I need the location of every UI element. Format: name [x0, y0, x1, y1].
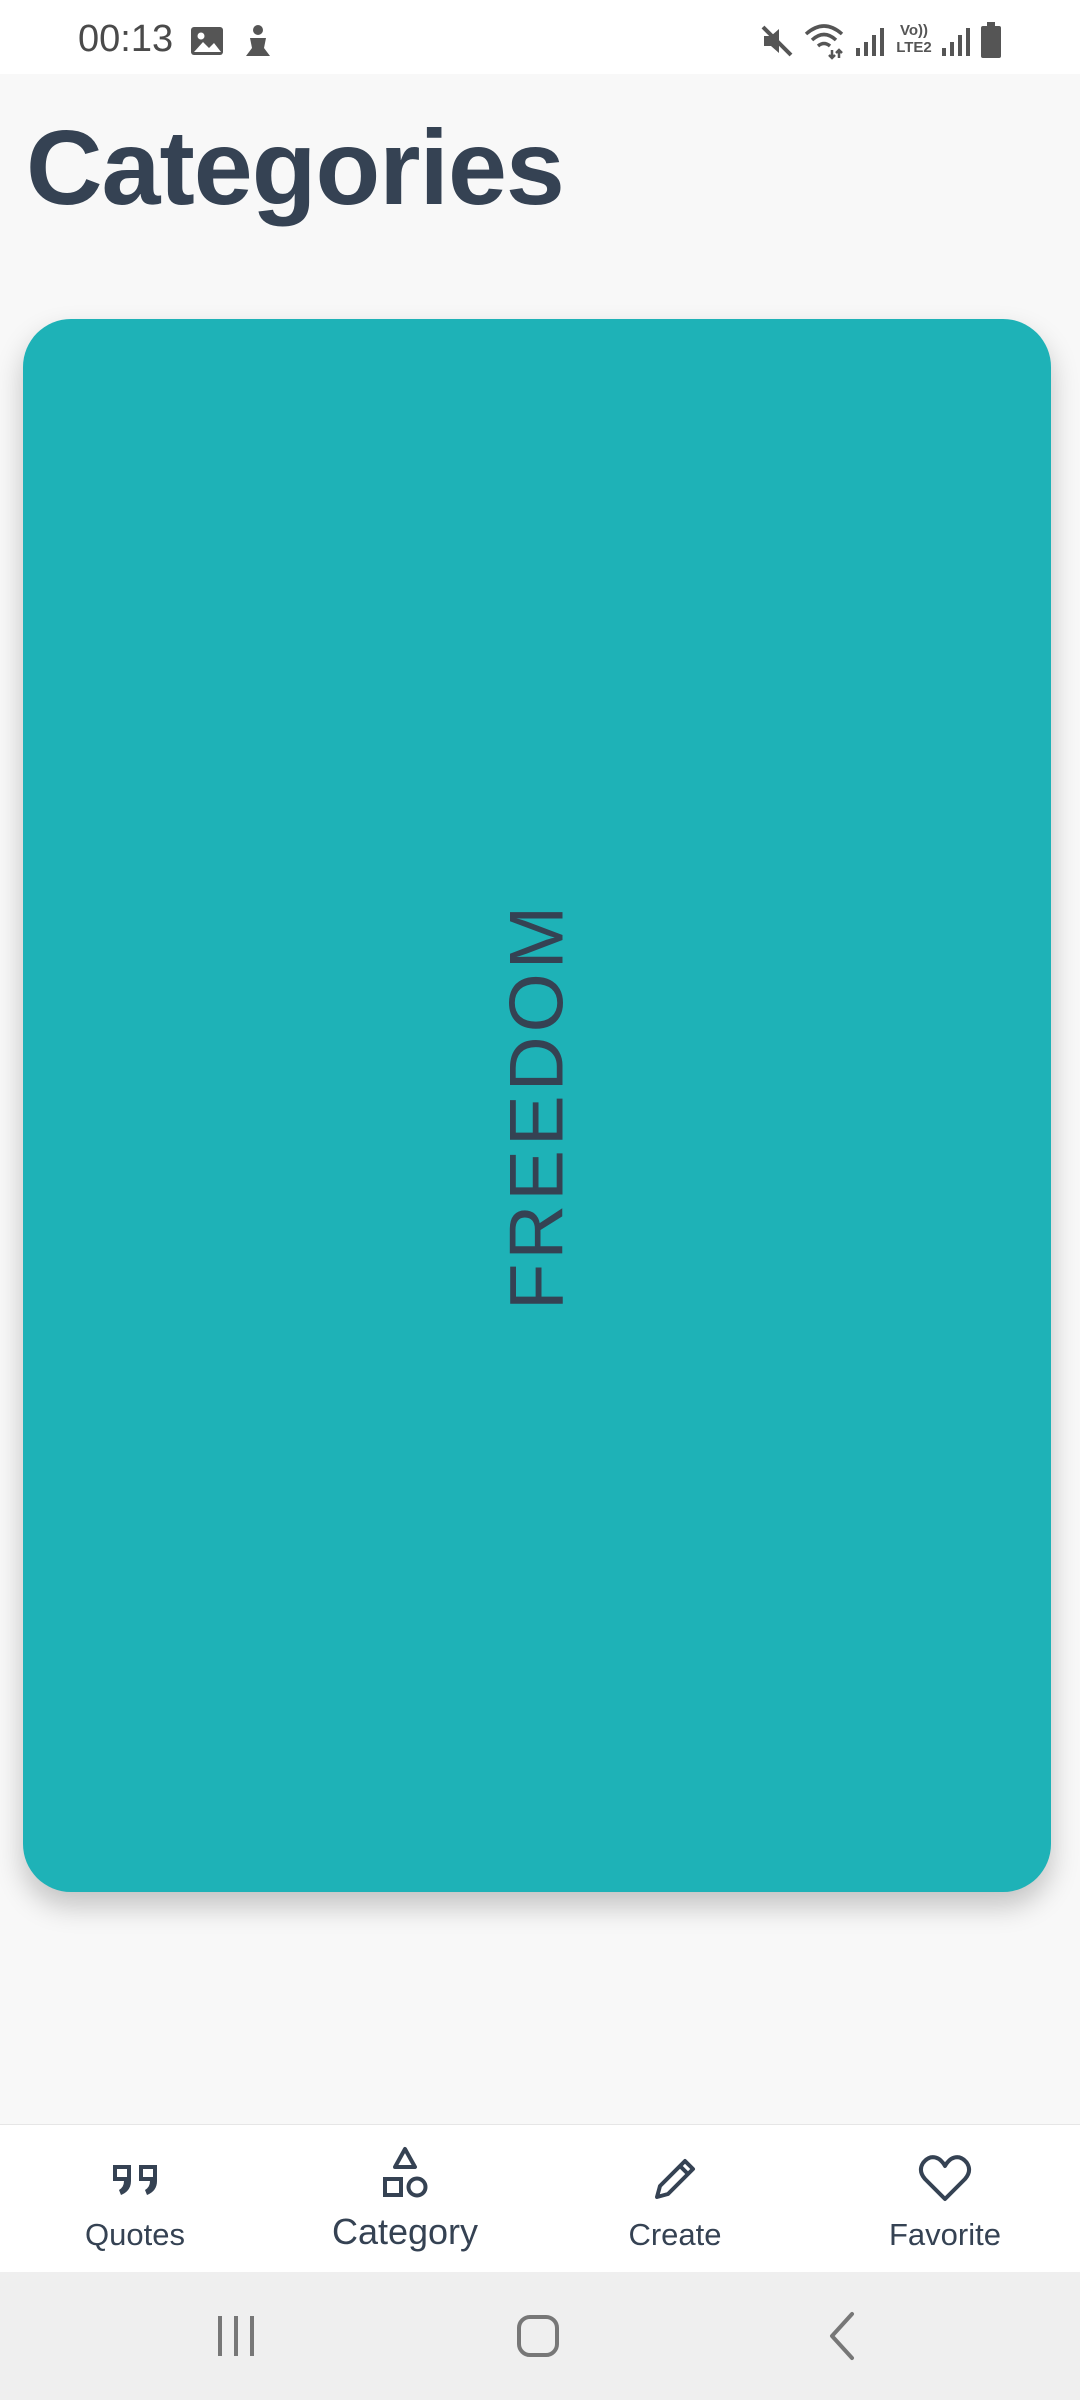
back-icon[interactable]	[806, 2300, 878, 2372]
shapes-icon	[383, 2147, 428, 2198]
home-icon[interactable]	[502, 2300, 574, 2372]
status-time: 00:13	[78, 18, 174, 60]
heart-icon	[918, 2155, 972, 2201]
image-icon	[191, 27, 223, 55]
nav-item-quotes[interactable]: Quotes	[0, 2125, 270, 2273]
category-label: FREEDOM	[494, 901, 580, 1310]
nav-label-create: Create	[628, 2217, 722, 2252]
signal-icon	[942, 28, 970, 56]
bottom-nav: Quotes Category Create Favorite	[0, 2124, 1080, 2273]
system-nav-bar	[0, 2272, 1080, 2400]
battery-icon	[981, 22, 1001, 58]
volte-label: Vo))	[899, 22, 929, 39]
pencil-icon	[655, 2159, 695, 2199]
signal-icon	[856, 28, 884, 56]
nav-label-category: Category	[331, 2211, 479, 2252]
nav-label-favorite: Favorite	[889, 2217, 1001, 2252]
mute-icon	[761, 25, 793, 57]
nav-item-create[interactable]: Create	[540, 2125, 810, 2273]
person-icon	[246, 25, 270, 56]
lte-label: LTE2	[896, 39, 932, 56]
page-title: Categories	[26, 109, 565, 227]
nav-item-favorite[interactable]: Favorite	[810, 2125, 1080, 2273]
status-bar: 00:13 Vo)) LTE2	[0, 0, 1080, 74]
volte-lte2-icon: Vo)) LTE2	[892, 22, 936, 62]
quote-icon	[113, 2165, 157, 2195]
nav-item-category[interactable]: Category	[270, 2125, 540, 2273]
category-card-freedom[interactable]: FREEDOM	[23, 319, 1051, 1892]
wifi-icon	[804, 24, 844, 60]
recents-icon[interactable]	[200, 2300, 272, 2372]
nav-label-quotes: Quotes	[85, 2217, 185, 2252]
